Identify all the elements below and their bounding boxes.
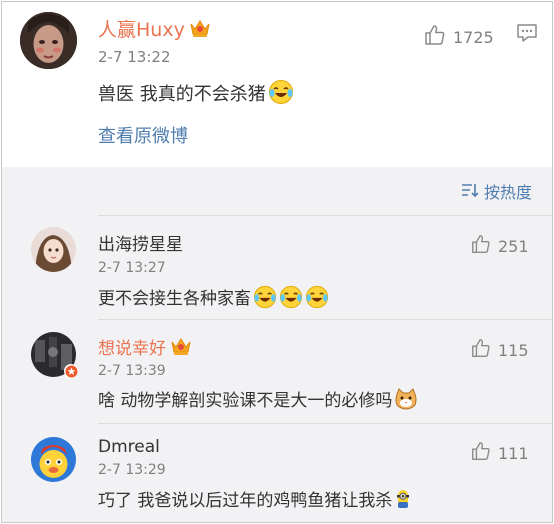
- minion-emoji-icon: [394, 487, 412, 518]
- post-username-text[interactable]: 人赢Huxy: [98, 19, 185, 41]
- post-time: 2-7 13:22: [98, 48, 171, 66]
- divider: [98, 423, 552, 424]
- comment-time: 2-7 13:29: [98, 462, 166, 478]
- vip-crown-icon: [189, 18, 211, 43]
- comment-username-text[interactable]: 想说幸好: [98, 339, 166, 359]
- comment-time: 2-7 13:39: [98, 363, 166, 379]
- thumbs-up-icon: [470, 440, 492, 467]
- comment-item: Dmreal 2-7 13:29 巧了 我爸说以后过年的鸡鸭鱼猪让我杀 111: [2, 423, 552, 522]
- comment-content: 啥 动物学解剖实验课不是大一的必修吗: [98, 387, 418, 418]
- avatar[interactable]: [20, 12, 77, 69]
- vip-badge-icon: [64, 364, 78, 378]
- comment-content: 更不会接生各种家畜: [98, 285, 329, 316]
- sort-label: 按热度: [483, 182, 532, 202]
- post-like-count: 1725: [453, 27, 494, 47]
- post-content-text: 兽医 我真的不会杀猪: [98, 84, 266, 105]
- laugh-cry-emoji-icon: [268, 79, 294, 112]
- view-original-link[interactable]: 查看原微博: [98, 126, 188, 148]
- comment-content-text: 更不会接生各种家畜: [98, 289, 251, 309]
- post-like-button[interactable]: 1725: [423, 23, 494, 52]
- comment-like-button[interactable]: 111: [470, 440, 529, 467]
- comment-content-text: 啥 动物学解剖实验课不是大一的必修吗: [98, 391, 393, 411]
- vip-crown-icon: [170, 336, 192, 362]
- weibo-comments-panel: 人赢Huxy 2-7 13:22 兽医 我真的不会杀猪 查看原微博 1725 按…: [1, 1, 553, 523]
- comment-like-button[interactable]: 115: [470, 337, 529, 364]
- thumbs-up-icon: [423, 23, 447, 52]
- laugh-cry-emoji-icon: [253, 285, 277, 316]
- comment-avatar[interactable]: [31, 437, 76, 482]
- comment-username[interactable]: 想说幸好: [98, 336, 192, 362]
- comment-item: 出海捞星星 2-7 13:27 更不会接生各种家畜 251: [2, 215, 552, 319]
- comment-like-button[interactable]: 251: [470, 233, 529, 260]
- comment-button[interactable]: [516, 23, 538, 47]
- comment-time: 2-7 13:27: [98, 260, 166, 276]
- comment-like-count: 111: [498, 443, 529, 463]
- post-username[interactable]: 人赢Huxy: [98, 18, 211, 43]
- post-content: 兽医 我真的不会杀猪: [98, 79, 294, 112]
- divider: [98, 215, 552, 216]
- comment-username[interactable]: 出海捞星星: [98, 234, 183, 256]
- sort-icon: [461, 182, 479, 203]
- comment-username[interactable]: Dmreal: [98, 436, 160, 458]
- thumbs-up-icon: [470, 233, 492, 260]
- laugh-cry-emoji-icon: [279, 285, 303, 316]
- comment-like-count: 251: [498, 236, 529, 256]
- comment-like-count: 115: [498, 340, 529, 360]
- thumbs-up-icon: [470, 337, 492, 364]
- comment-avatar[interactable]: [31, 227, 76, 272]
- main-post: 人赢Huxy 2-7 13:22 兽医 我真的不会杀猪 查看原微博 1725: [2, 2, 552, 167]
- comment-item: 想说幸好 2-7 13:39 啥 动物学解剖实验课不是大一的必修吗 115: [2, 319, 552, 423]
- sort-by-hot-button[interactable]: 按热度: [461, 182, 532, 203]
- divider: [98, 319, 552, 320]
- laugh-cry-emoji-icon: [305, 285, 329, 316]
- comment-content-text: 巧了 我爸说以后过年的鸡鸭鱼猪让我杀: [98, 491, 393, 511]
- cat-emoji-icon: [394, 387, 418, 418]
- comment-content: 巧了 我爸说以后过年的鸡鸭鱼猪让我杀: [98, 487, 412, 518]
- comment-icon: [516, 24, 538, 47]
